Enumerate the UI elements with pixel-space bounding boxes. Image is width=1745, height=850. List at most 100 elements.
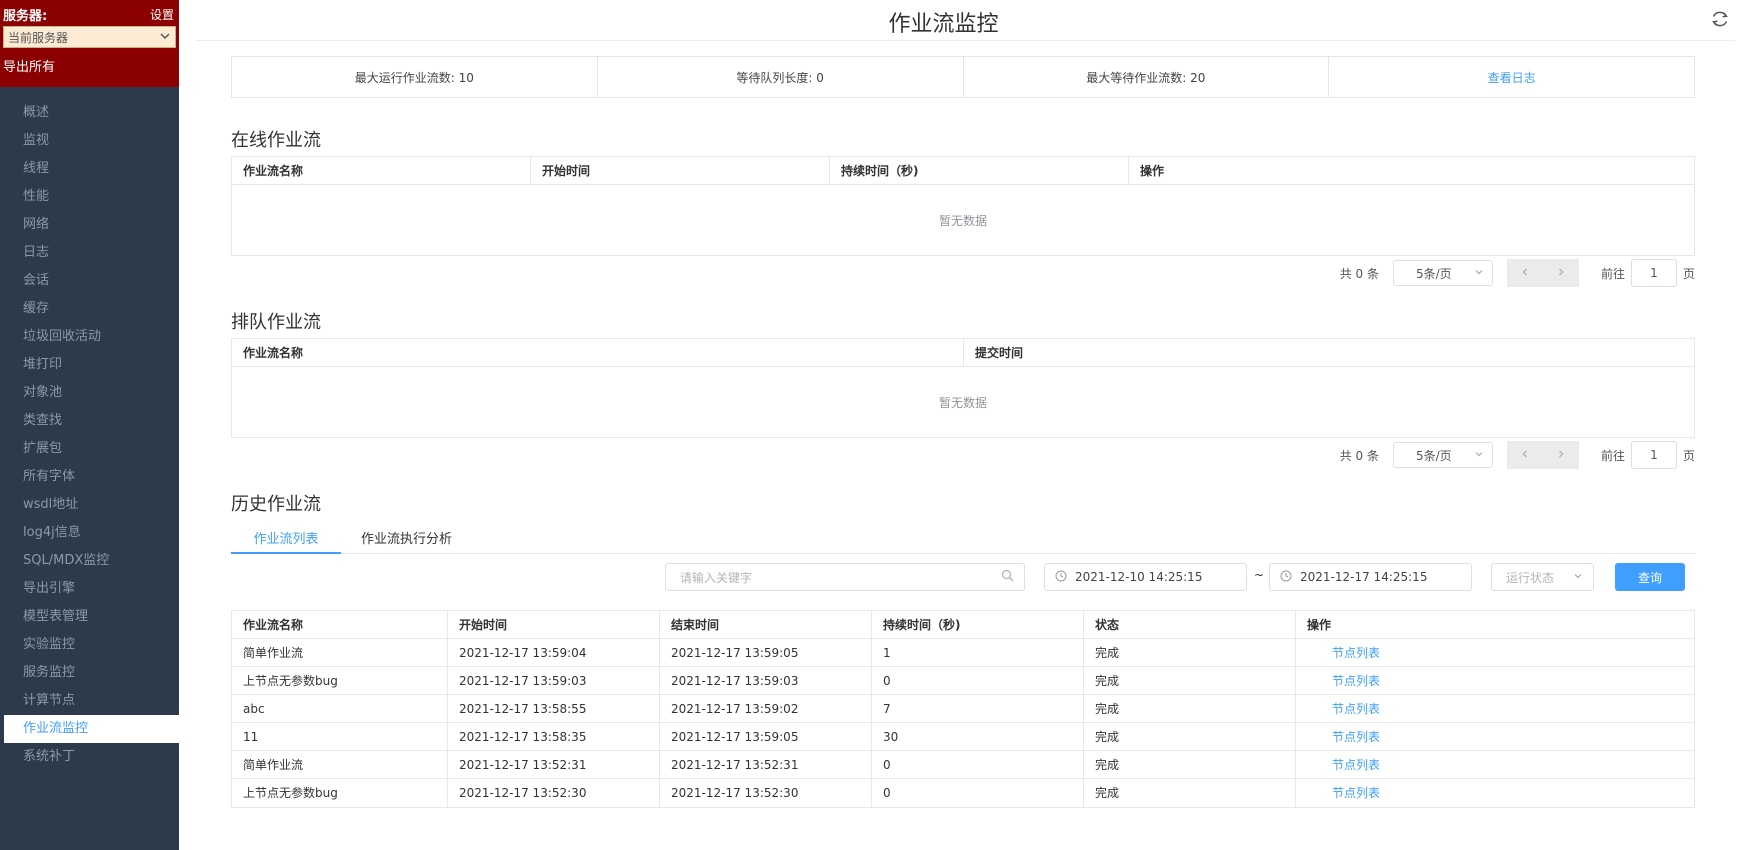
view-log-link[interactable]: 查看日志 bbox=[1488, 69, 1536, 86]
server-label: 服务器: bbox=[3, 8, 48, 24]
history-col-name: 作业流名称 bbox=[232, 611, 448, 638]
sidebar-item[interactable]: 网络 bbox=[0, 211, 179, 239]
refresh-icon[interactable] bbox=[1709, 8, 1731, 30]
sidebar-item[interactable]: 扩展包 bbox=[0, 435, 179, 463]
history-col-end: 结束时间 bbox=[660, 611, 872, 638]
keyword-search-input[interactable]: 请输入关键字 bbox=[665, 563, 1025, 591]
next-page-icon[interactable] bbox=[1556, 448, 1566, 462]
stat-view-log: 查看日志 bbox=[1329, 57, 1694, 97]
server-row: 服务器: 设置 bbox=[3, 4, 176, 24]
sidebar-item[interactable]: 实验监控 bbox=[0, 631, 179, 659]
export-all-link[interactable]: 导出所有 bbox=[3, 56, 176, 75]
sidebar-item[interactable]: 系统补丁 bbox=[0, 743, 179, 771]
sidebar-item[interactable]: 类查找 bbox=[0, 407, 179, 435]
row-start-time: 2021-12-17 13:58:35 bbox=[448, 723, 660, 750]
sidebar-item[interactable]: 服务监控 bbox=[0, 659, 179, 687]
sidebar-item[interactable]: 缓存 bbox=[0, 295, 179, 323]
pager-nav bbox=[1506, 441, 1579, 469]
sidebar-item[interactable]: 监视 bbox=[0, 127, 179, 155]
row-duration: 1 bbox=[872, 639, 1084, 666]
sidebar-item[interactable]: wsdl地址 bbox=[0, 491, 179, 519]
sidebar-item[interactable]: 作业流监控 bbox=[4, 715, 179, 743]
online-pager: 共 0 条 5条/页 前往 1 页 bbox=[231, 258, 1695, 288]
node-list-link[interactable]: 节点列表 bbox=[1296, 751, 1694, 778]
title-divider bbox=[195, 40, 1735, 41]
status-select[interactable]: 运行状态 bbox=[1491, 563, 1594, 591]
node-list-link[interactable]: 节点列表 bbox=[1296, 695, 1694, 722]
queue-empty-text: 暂无数据 bbox=[938, 395, 987, 410]
row-name: 上节点无参数bug bbox=[232, 667, 448, 694]
row-status: 完成 bbox=[1084, 639, 1296, 666]
node-list-link[interactable]: 节点列表 bbox=[1296, 639, 1694, 666]
page-title: 作业流监控 bbox=[888, 12, 999, 37]
history-tabs: 作业流列表 作业流执行分析 bbox=[231, 530, 1695, 554]
history-col-action: 操作 bbox=[1307, 618, 1332, 632]
sidebar-item[interactable]: 概述 bbox=[0, 99, 179, 127]
end-date-picker[interactable]: 2021-12-17 14:25:15 bbox=[1269, 563, 1472, 591]
history-col-status: 状态 bbox=[1084, 611, 1296, 638]
sidebar-item[interactable]: 计算节点 bbox=[0, 687, 179, 715]
sidebar-item[interactable]: 线程 bbox=[0, 155, 179, 183]
table-row: 简单作业流 2021-12-17 13:59:04 2021-12-17 13:59… bbox=[232, 639, 1694, 667]
query-button[interactable]: 查询 bbox=[1615, 563, 1685, 591]
start-date-picker[interactable]: 2021-12-10 14:25:15 bbox=[1044, 563, 1247, 591]
sidebar-item[interactable]: SQL/MDX监控 bbox=[0, 547, 179, 575]
online-section-title: 在线作业流 bbox=[231, 130, 321, 151]
table-row: 简单作业流 2021-12-17 13:52:31 2021-12-17 13:52… bbox=[232, 751, 1694, 779]
search-placeholder: 请输入关键字 bbox=[680, 570, 753, 585]
row-start-time: 2021-12-17 13:59:04 bbox=[448, 639, 660, 666]
sidebar-item[interactable]: 堆打印 bbox=[0, 351, 179, 379]
prev-page-icon[interactable] bbox=[1520, 448, 1530, 462]
node-list-link[interactable]: 节点列表 bbox=[1296, 667, 1694, 694]
row-end-time: 2021-12-17 13:52:31 bbox=[660, 751, 872, 778]
online-col-name: 作业流名称 bbox=[232, 157, 531, 184]
queue-col-submit: 提交时间 bbox=[975, 346, 1024, 360]
row-status: 完成 bbox=[1084, 723, 1296, 750]
chevron-down-icon bbox=[1474, 266, 1484, 280]
sidebar-item[interactable]: 日志 bbox=[0, 239, 179, 267]
sidebar-item[interactable]: 导出引擎 bbox=[0, 575, 179, 603]
table-row: abc 2021-12-17 13:58:55 2021-12-17 13:59:0… bbox=[232, 695, 1694, 723]
sidebar-item[interactable]: 所有字体 bbox=[0, 463, 179, 491]
queue-col-name: 作业流名称 bbox=[232, 339, 964, 366]
pager-nav bbox=[1506, 259, 1579, 287]
search-icon[interactable] bbox=[1001, 569, 1014, 585]
sidebar-item[interactable]: log4j信息 bbox=[0, 519, 179, 547]
history-table-header: 作业流名称 开始时间 结束时间 持续时间（秒) 状态 操作 bbox=[232, 611, 1694, 639]
pager-goto-label: 前往 bbox=[1600, 266, 1625, 281]
row-end-time: 2021-12-17 13:59:03 bbox=[660, 667, 872, 694]
page-number-input[interactable]: 1 bbox=[1630, 441, 1677, 469]
row-end-time: 2021-12-17 13:59:05 bbox=[660, 639, 872, 666]
end-date-value: 2021-12-17 14:25:15 bbox=[1300, 570, 1428, 584]
server-select[interactable]: 当前服务器 bbox=[3, 26, 176, 48]
sidebar-item[interactable]: 会话 bbox=[0, 267, 179, 295]
page-number-input[interactable]: 1 bbox=[1630, 259, 1677, 287]
sidebar-item[interactable]: 垃圾回收活动 bbox=[0, 323, 179, 351]
page-size-select[interactable]: 5条/页 bbox=[1392, 260, 1493, 286]
row-name: abc bbox=[232, 695, 448, 722]
settings-link[interactable]: 设置 bbox=[150, 6, 176, 23]
stat-queue-length: 等待队列长度: 0 bbox=[598, 57, 964, 97]
pager-total: 共 0 条 bbox=[1339, 266, 1379, 281]
row-name: 简单作业流 bbox=[232, 751, 448, 778]
start-date-value: 2021-12-10 14:25:15 bbox=[1075, 570, 1203, 584]
row-duration: 30 bbox=[872, 723, 1084, 750]
sidebar-item[interactable]: 模型表管理 bbox=[0, 603, 179, 631]
row-name: 上节点无参数bug bbox=[232, 779, 448, 807]
page-size-select[interactable]: 5条/页 bbox=[1392, 442, 1493, 468]
row-end-time: 2021-12-17 13:59:05 bbox=[660, 723, 872, 750]
next-page-icon[interactable] bbox=[1556, 266, 1566, 280]
row-start-time: 2021-12-17 13:52:30 bbox=[448, 779, 660, 807]
queue-table-header: 作业流名称 提交时间 bbox=[232, 339, 1694, 367]
main-content: 作业流监控 最大运行作业流数: 10 等待队列长度: 0 最大等待作业流数: 2… bbox=[179, 0, 1745, 850]
pager-page-unit: 页 bbox=[1682, 448, 1695, 463]
node-list-link[interactable]: 节点列表 bbox=[1296, 723, 1694, 750]
tab-flow-list[interactable]: 作业流列表 bbox=[231, 530, 341, 554]
tab-flow-analysis[interactable]: 作业流执行分析 bbox=[361, 530, 452, 554]
prev-page-icon[interactable] bbox=[1520, 266, 1530, 280]
sidebar-item[interactable]: 对象池 bbox=[0, 379, 179, 407]
server-select-value: 当前服务器 bbox=[8, 30, 69, 45]
sidebar-item[interactable]: 性能 bbox=[0, 183, 179, 211]
node-list-link[interactable]: 节点列表 bbox=[1296, 779, 1694, 807]
pager-goto-label: 前往 bbox=[1600, 448, 1625, 463]
